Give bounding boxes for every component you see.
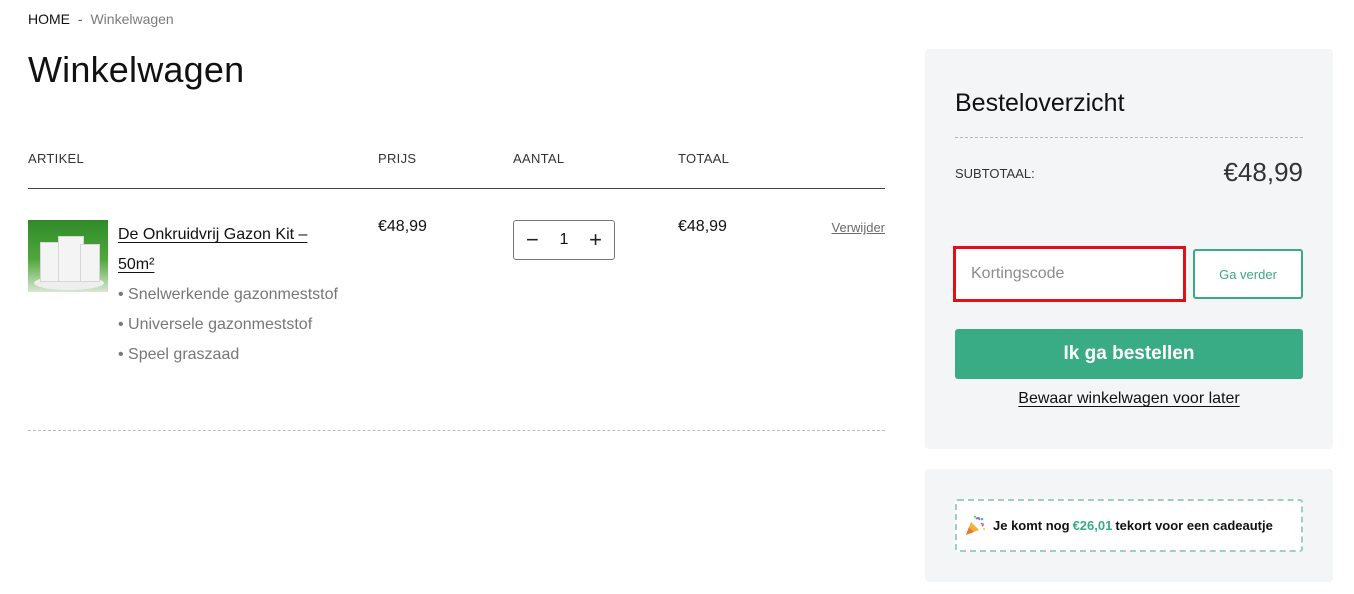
remove-item-link[interactable]: Verwijder [832, 220, 885, 235]
column-header-quantity: AANTAL [513, 151, 565, 166]
quantity-value[interactable]: 1 [560, 231, 569, 249]
gift-progress-panel: Je komt nog €26,01 tekort voor een cadea… [925, 469, 1333, 582]
column-header-price: PRIJS [378, 151, 417, 166]
breadcrumb-separator: - [77, 11, 83, 27]
quantity-decrement-button[interactable]: − [526, 229, 539, 251]
product-feature: • Speel graszaad [118, 346, 240, 363]
subtotal-value: €48,99 [1223, 157, 1303, 187]
gift-progress-message: Je komt nog €26,01 tekort voor een cadea… [955, 499, 1303, 552]
gift-text-before: Je komt nog [993, 518, 1070, 533]
breadcrumb: HOME - Winkelwagen [28, 11, 174, 27]
coupon-code-input[interactable] [953, 246, 1186, 302]
save-cart-link[interactable]: Bewaar winkelwagen voor later [955, 390, 1303, 408]
summary-divider [955, 137, 1303, 138]
page-title: Winkelwagen [28, 49, 245, 90]
item-total: €48,99 [678, 218, 727, 235]
product-package [80, 244, 100, 282]
quantity-increment-button[interactable]: + [589, 229, 602, 251]
column-header-total: TOTAAL [678, 151, 730, 166]
breadcrumb-current: Winkelwagen [90, 11, 174, 27]
item-price: €48,99 [378, 218, 427, 235]
product-image[interactable] [28, 220, 108, 292]
cart-item-row: De Onkruidvrij Gazon Kit – 50m² • Snelwe… [28, 190, 885, 431]
checkout-button[interactable]: Ik ga bestellen [955, 329, 1303, 379]
column-header-item: ARTIKEL [28, 151, 85, 166]
cart-table-header: ARTIKEL PRIJS AANTAL TOTAAL [28, 151, 885, 189]
order-summary-panel: Besteloverzicht SUBTOTAAL: €48,99 Ga ver… [925, 49, 1333, 449]
summary-title: Besteloverzicht [955, 89, 1125, 117]
party-popper-icon [963, 514, 987, 538]
cart-page: HOME - Winkelwagen Winkelwagen ARTIKEL P… [0, 0, 1354, 594]
product-features: • Snelwerkende gazonmeststof • Universel… [118, 280, 358, 370]
product-feature: • Universele gazonmeststof [118, 316, 313, 333]
breadcrumb-home[interactable]: HOME [28, 11, 70, 27]
subtotal-label: SUBTOTAAL: [955, 166, 1035, 181]
gift-text-after: tekort voor een cadeautje [1115, 518, 1273, 533]
product-name-link[interactable]: De Onkruidvrij Gazon Kit – 50m² [118, 220, 348, 280]
product-feature: • Snelwerkende gazonmeststof [118, 286, 338, 303]
quantity-stepper: − 1 + [513, 220, 615, 260]
gift-remaining-amount: €26,01 [1072, 518, 1113, 533]
apply-coupon-button[interactable]: Ga verder [1193, 249, 1303, 299]
